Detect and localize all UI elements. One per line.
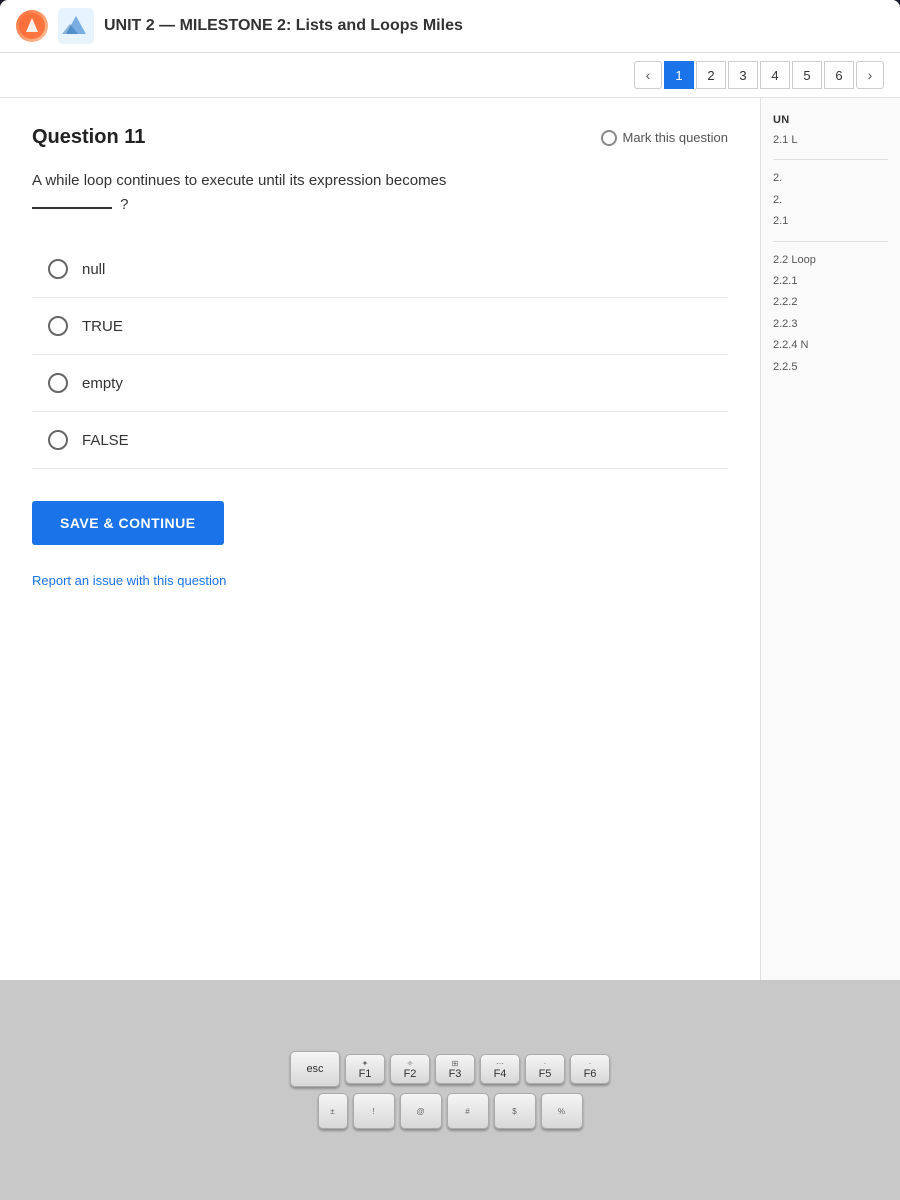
page-3-button[interactable]: 3	[728, 61, 758, 89]
mark-question-button[interactable]: Mark this question	[601, 130, 729, 146]
key-f4-icon: ⋯	[496, 1059, 504, 1068]
sidebar-item-0[interactable]: 2.1 L	[773, 130, 888, 151]
key-esc[interactable]: esc	[290, 1051, 340, 1087]
screen: UNIT 2 — MILESTONE 2: Lists and Loops Mi…	[0, 0, 900, 980]
mark-circle-icon	[601, 130, 617, 146]
sidebar-item-8[interactable]: 2.2.4 N	[773, 335, 888, 356]
key-percent-label: %	[558, 1107, 565, 1116]
key-dollar-label: $	[512, 1107, 516, 1116]
radio-false[interactable]	[48, 430, 68, 450]
sidebar-item-3[interactable]: 2.1	[773, 211, 888, 232]
question-title: Question 11	[32, 126, 145, 149]
app-logo	[16, 10, 48, 42]
question-panel: Question 11 Mark this question A while l…	[0, 98, 760, 980]
question-text-part2: ?	[120, 196, 128, 213]
sidebar-item-2[interactable]: 2.	[773, 190, 888, 211]
page-5-button[interactable]: 5	[792, 61, 822, 89]
key-at-label: @	[416, 1107, 424, 1116]
option-true[interactable]: TRUE	[32, 298, 728, 355]
question-header: Question 11 Mark this question	[32, 126, 728, 149]
sidebar-item-9[interactable]: 2.2.5	[773, 357, 888, 378]
sidebar-unit-label: UN	[773, 114, 888, 126]
option-null-label: null	[82, 261, 105, 278]
key-f1-icon: ✦	[362, 1059, 369, 1068]
radio-true[interactable]	[48, 316, 68, 336]
key-f6-label: F6	[584, 1068, 597, 1080]
page-2-button[interactable]: 2	[696, 61, 726, 89]
key-f2-label: F2	[404, 1068, 417, 1080]
main-layout: Question 11 Mark this question A while l…	[0, 98, 900, 980]
key-f2-icon: ✧	[407, 1059, 414, 1068]
option-null[interactable]: null	[32, 241, 728, 298]
key-f4[interactable]: ⋯ F4	[480, 1054, 520, 1084]
page-4-button[interactable]: 4	[760, 61, 790, 89]
page-title: UNIT 2 — MILESTONE 2: Lists and Loops Mi…	[104, 17, 884, 35]
option-false-label: FALSE	[82, 432, 129, 449]
question-text-part1: A while loop continues to execute until …	[32, 172, 446, 189]
sidebar-divider-1	[773, 159, 888, 160]
option-empty[interactable]: empty	[32, 355, 728, 412]
key-f4-label: F4	[494, 1068, 507, 1080]
page-6-button[interactable]: 6	[824, 61, 854, 89]
key-exclaim-label: !	[372, 1107, 374, 1116]
key-f1[interactable]: ✦ F1	[345, 1054, 385, 1084]
radio-empty[interactable]	[48, 373, 68, 393]
save-continue-button[interactable]: SAVE & CONTINUE	[32, 501, 224, 545]
keyboard: esc ✦ F1 ✧ F2 ⊞ F3 ⋯ F4 · F5 · F6 ±	[0, 980, 900, 1200]
key-f3-icon: ⊞	[452, 1059, 459, 1068]
key-plus-top: ±	[330, 1107, 334, 1116]
question-text: A while loop continues to execute until …	[32, 169, 728, 217]
right-sidebar: UN 2.1 L 2. 2. 2.1 2.2 Loop 2.2.1 2.2.2 …	[760, 98, 900, 980]
sidebar-item-5[interactable]: 2.2.1	[773, 271, 888, 292]
sidebar-item-1[interactable]: 2.	[773, 168, 888, 189]
key-dollar[interactable]: $	[494, 1093, 536, 1129]
key-f5-icon: ·	[544, 1059, 547, 1068]
option-empty-label: empty	[82, 375, 123, 392]
key-f6[interactable]: · F6	[570, 1054, 610, 1084]
options-list: null TRUE empty FALSE	[32, 241, 728, 469]
keyboard-row-fn: esc ✦ F1 ✧ F2 ⊞ F3 ⋯ F4 · F5 · F6	[290, 1051, 610, 1087]
top-bar: UNIT 2 — MILESTONE 2: Lists and Loops Mi…	[0, 0, 900, 53]
radio-null[interactable]	[48, 259, 68, 279]
key-hash[interactable]: #	[447, 1093, 489, 1129]
prev-page-button[interactable]: ‹	[634, 61, 662, 89]
option-true-label: TRUE	[82, 318, 123, 335]
pagination-bar: ‹ 1 2 3 4 5 6 ›	[0, 53, 900, 98]
page-1-button[interactable]: 1	[664, 61, 694, 89]
key-f3-label: F3	[449, 1068, 462, 1080]
key-hash-label: #	[465, 1107, 469, 1116]
key-f3[interactable]: ⊞ F3	[435, 1054, 475, 1084]
key-f6-icon: ·	[589, 1059, 592, 1068]
key-at[interactable]: @	[400, 1093, 442, 1129]
key-percent[interactable]: %	[541, 1093, 583, 1129]
report-issue-link[interactable]: Report an issue with this question	[32, 573, 728, 588]
key-plus[interactable]: ±	[318, 1093, 348, 1129]
sidebar-item-4[interactable]: 2.2 Loop	[773, 250, 888, 271]
sidebar-item-6[interactable]: 2.2.2	[773, 292, 888, 313]
next-page-button[interactable]: ›	[856, 61, 884, 89]
keyboard-row-bottom: ± ! @ # $ %	[318, 1093, 583, 1129]
option-false[interactable]: FALSE	[32, 412, 728, 469]
sidebar-item-7[interactable]: 2.2.3	[773, 314, 888, 335]
mark-question-label: Mark this question	[623, 130, 729, 145]
key-f2[interactable]: ✧ F2	[390, 1054, 430, 1084]
key-exclaim[interactable]: !	[353, 1093, 395, 1129]
key-f5-label: F5	[539, 1068, 552, 1080]
key-f5[interactable]: · F5	[525, 1054, 565, 1084]
key-esc-label: esc	[306, 1063, 323, 1075]
key-f1-label: F1	[359, 1068, 372, 1080]
sidebar-divider-2	[773, 241, 888, 242]
mountain-icon	[58, 8, 94, 44]
question-blank	[32, 207, 112, 209]
